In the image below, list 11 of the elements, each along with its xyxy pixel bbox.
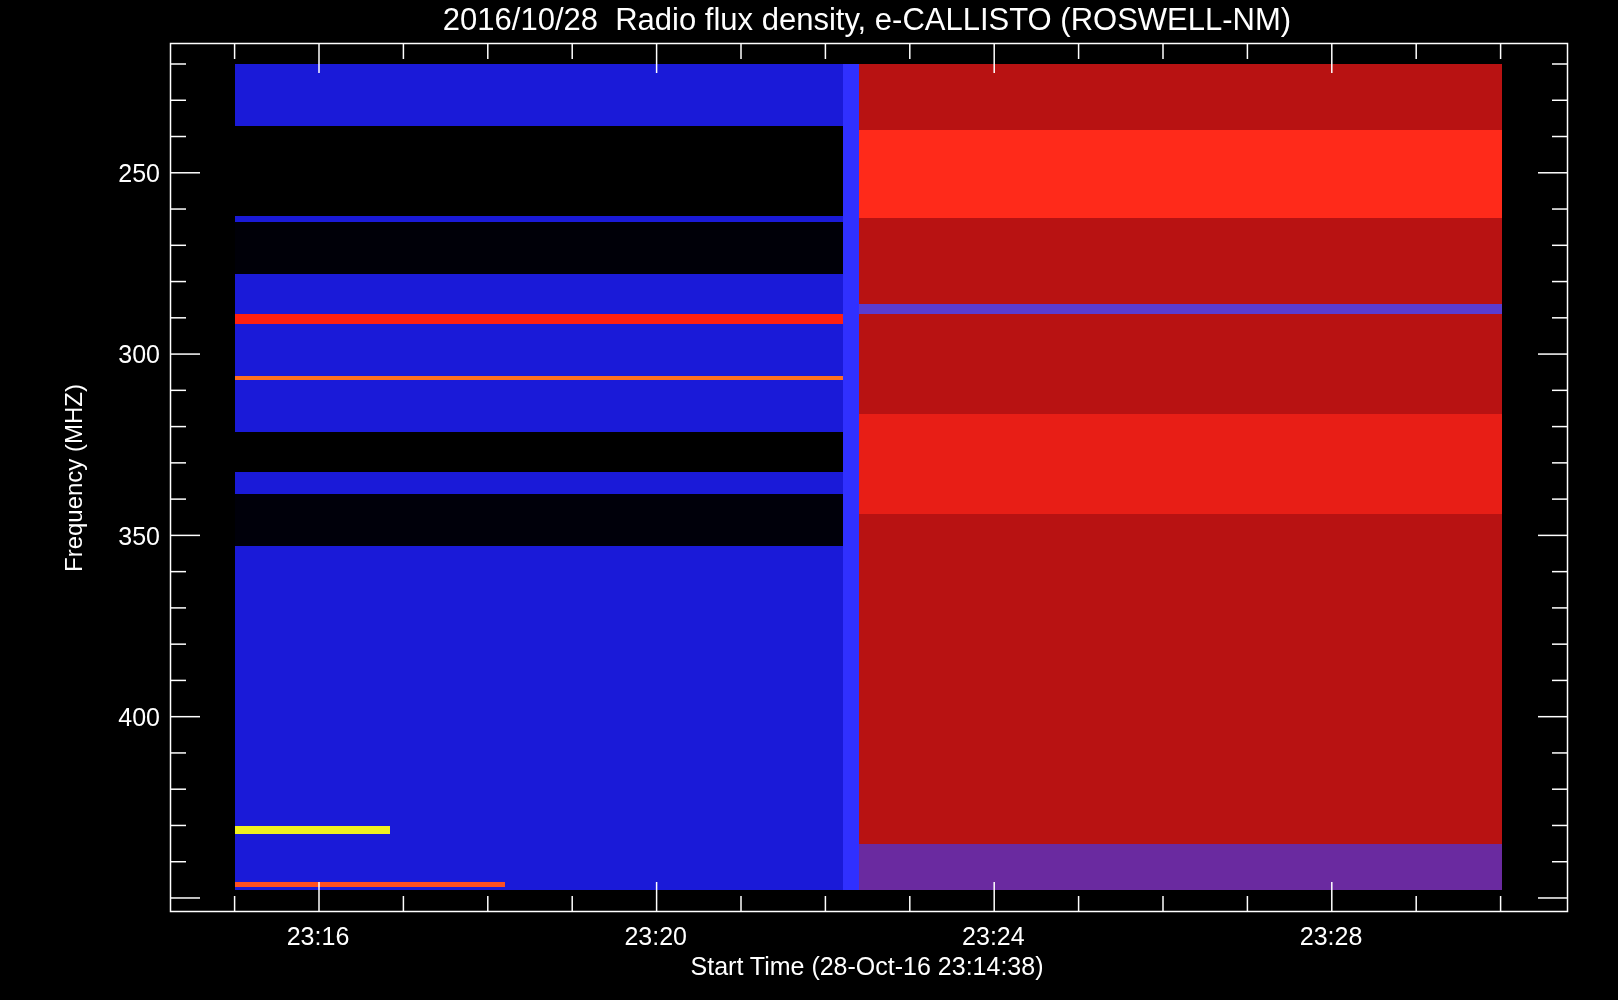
x-tick-label: 23:24 [962, 922, 1025, 950]
y-tick-label: 400 [118, 702, 160, 731]
chart-title: 2016/10/28 Radio flux density, e-CALLISTO (ROSWELL-NM) [442, 2, 1292, 37]
x-axis-label: Start Time (28-Oct-16 23:14:38) [690, 952, 1044, 980]
y-tick-label: 350 [118, 521, 160, 550]
x-tick-label: 23:28 [1299, 922, 1363, 950]
x-tick-label: 23:20 [624, 922, 687, 950]
x-tick-label: 23:16 [286, 922, 350, 950]
y-tick-label: 300 [118, 340, 160, 369]
y-axis-label: Frequency (MHZ) [60, 384, 87, 572]
y-tick-label: 250 [118, 159, 160, 187]
